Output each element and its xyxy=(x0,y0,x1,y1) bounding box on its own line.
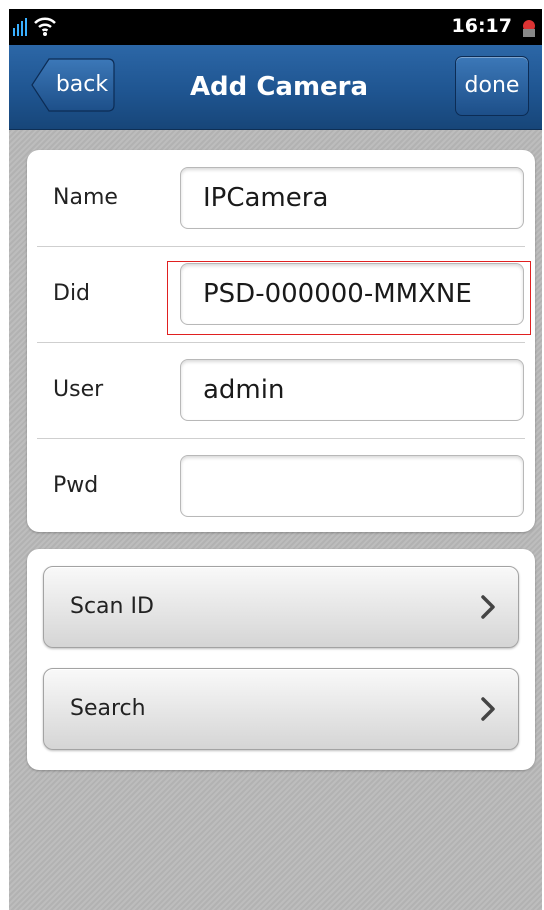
pwd-label: Pwd xyxy=(53,473,99,498)
done-button[interactable]: done xyxy=(455,56,529,116)
signal-icon xyxy=(13,18,27,36)
status-time: 16:17 xyxy=(451,15,512,37)
did-field[interactable]: PSD-000000-MMXNE xyxy=(180,263,524,325)
search-button[interactable]: Search xyxy=(43,668,519,750)
user-label: User xyxy=(53,377,104,402)
scan-id-button[interactable]: Scan ID xyxy=(43,566,519,648)
form-row-name: Name IPCamera xyxy=(27,150,535,246)
camera-form: Name IPCamera Did PSD-000000-MMXNE User … xyxy=(27,150,535,532)
wifi-icon xyxy=(34,17,56,36)
user-field[interactable]: admin xyxy=(180,359,524,421)
status-bar: 16:17 xyxy=(9,9,542,45)
scan-id-label: Scan ID xyxy=(70,594,154,619)
back-button-label: back xyxy=(55,72,109,97)
name-label: Name xyxy=(53,185,118,210)
battery-icon xyxy=(523,20,535,37)
form-row-pwd: Pwd xyxy=(27,438,535,534)
name-field[interactable]: IPCamera xyxy=(180,167,524,229)
phone-screen: 16:17 back Add Camera done Name IPCamera… xyxy=(9,9,542,910)
chevron-right-icon xyxy=(481,595,495,619)
pwd-field[interactable] xyxy=(180,455,524,517)
chevron-right-icon xyxy=(481,697,495,721)
page-title: Add Camera xyxy=(189,72,369,102)
action-panel: Scan ID Search xyxy=(27,549,535,770)
did-label: Did xyxy=(53,281,91,306)
search-label: Search xyxy=(70,696,146,721)
navigation-bar: back Add Camera done xyxy=(9,45,542,130)
back-button[interactable]: back xyxy=(31,58,115,112)
form-row-did: Did PSD-000000-MMXNE xyxy=(27,246,535,342)
form-row-user: User admin xyxy=(27,342,535,438)
